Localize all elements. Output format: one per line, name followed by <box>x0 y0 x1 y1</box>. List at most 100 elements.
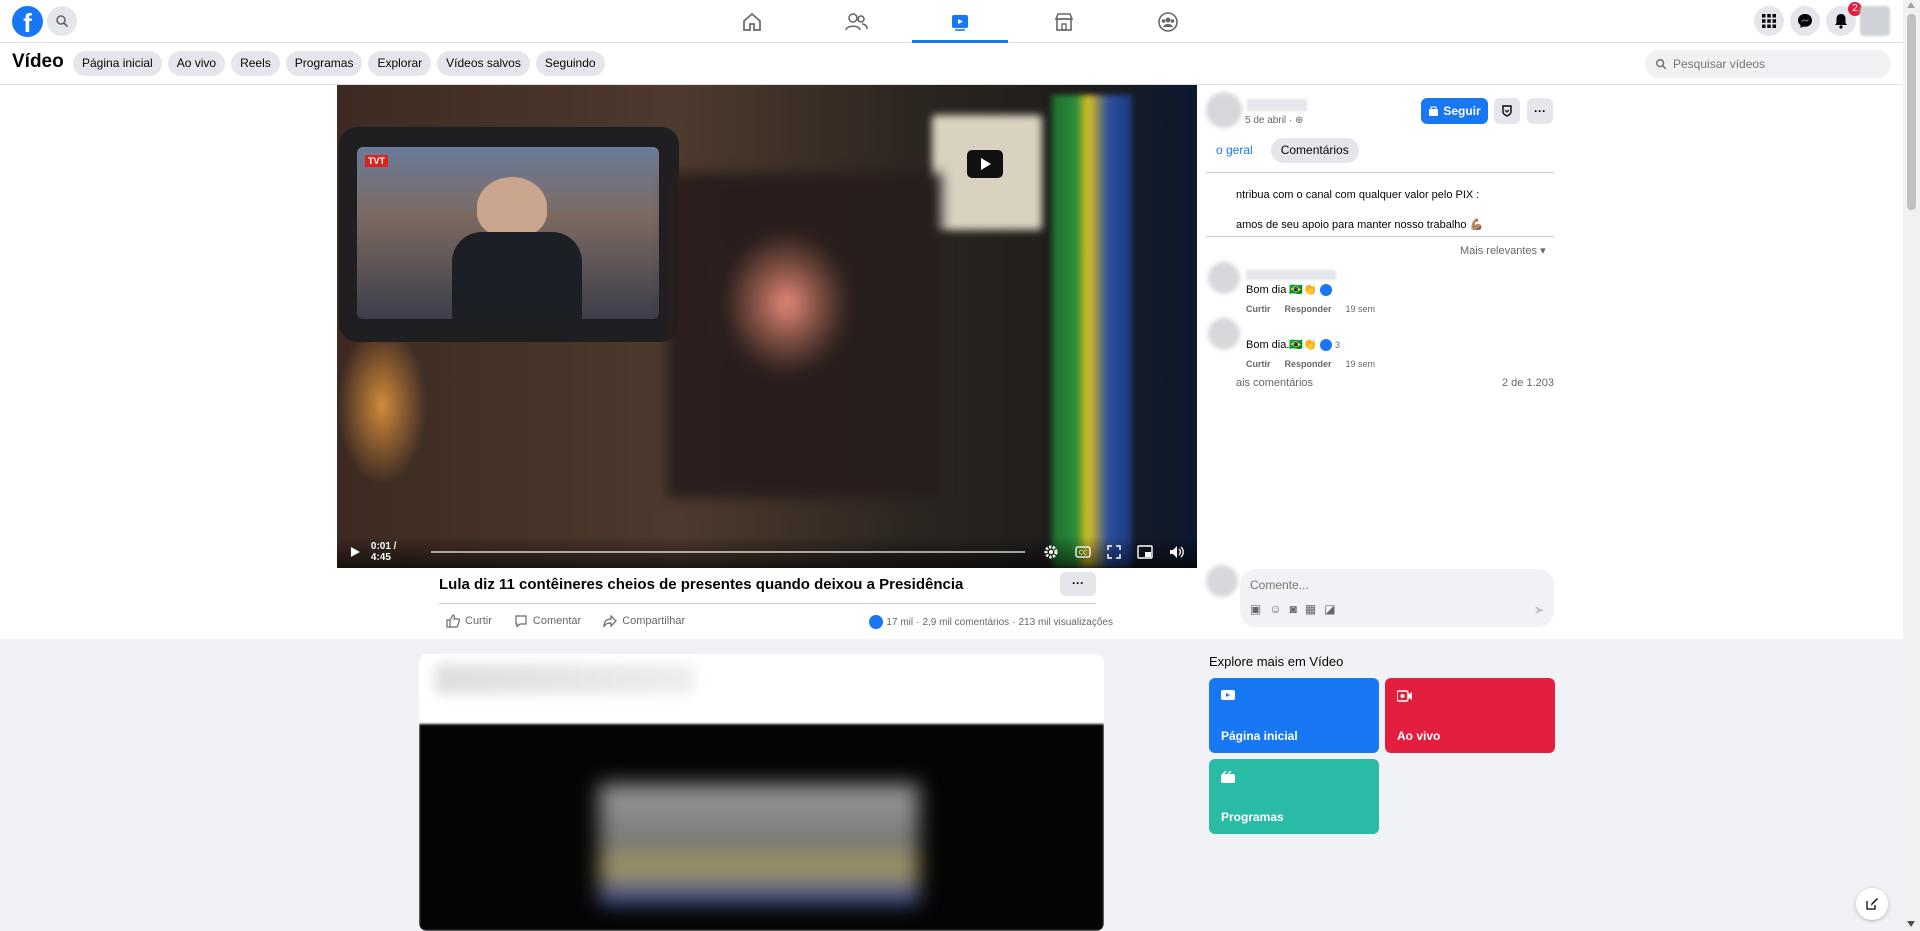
blurred-presenter <box>667 173 942 498</box>
nav-watch[interactable] <box>908 0 1012 43</box>
pill-live[interactable]: Ao vivo <box>167 51 226 76</box>
thumbs-up-icon <box>446 614 460 628</box>
nav-groups[interactable] <box>1116 0 1220 43</box>
explore-tile-shows[interactable]: Programas <box>1209 759 1379 834</box>
video-title: Lula diz 11 contêineres cheios de presen… <box>439 576 964 593</box>
nav-marketplace[interactable] <box>1012 0 1116 43</box>
share-button[interactable]: Compartilhar <box>603 614 685 628</box>
commenter-avatar[interactable] <box>1208 262 1240 294</box>
tab-overview[interactable]: o geral <box>1206 138 1263 163</box>
notifications-button[interactable]: 2 <box>1826 2 1862 36</box>
sort-comments-dropdown[interactable]: Mais relevantes ▾ <box>1460 244 1546 257</box>
sort-label: Mais relevantes <box>1460 245 1538 257</box>
comment-composer[interactable]: ▣ ☺ ◙ ▦ ◪ ➤ <box>1240 569 1554 627</box>
chevron-down-icon: ▾ <box>1540 245 1546 257</box>
comment-text-content: Bom dia 🇧🇷👏 <box>1246 284 1317 296</box>
live-camera-icon <box>1397 690 1413 702</box>
messenger-button[interactable] <box>1790 6 1820 36</box>
explore-section-title: Explore mais em Vídeo <box>1209 654 1344 669</box>
comment-reply-link[interactable]: Responder <box>1285 304 1332 314</box>
top-navigation-bar: f 2 <box>0 0 1903 43</box>
post-description: ntribua com o canal com qualquer valor p… <box>1236 180 1483 240</box>
fullscreen-icon[interactable] <box>1107 545 1121 559</box>
my-avatar[interactable] <box>1206 565 1238 597</box>
comment-reply-link[interactable]: Responder <box>1285 359 1332 369</box>
feed-post[interactable] <box>419 654 1104 931</box>
pill-following[interactable]: Seguindo <box>535 51 605 76</box>
commenter-name-blurred[interactable] <box>1246 270 1336 280</box>
comment-time[interactable]: 19 sem <box>1346 304 1376 314</box>
explore-tile-live[interactable]: Ao vivo <box>1385 678 1555 753</box>
comments-count[interactable]: 2,9 mil comentários <box>922 617 1009 628</box>
feed-post-header-blurred <box>435 664 695 694</box>
comment-text: Bom dia 🇧🇷👏 <box>1246 283 1332 297</box>
home-icon <box>743 12 761 31</box>
captions-icon[interactable]: CC <box>1075 546 1091 558</box>
comment-like-reaction-icon <box>1319 339 1332 352</box>
video-person-body <box>452 232 582 319</box>
explore-tile-label: Programas <box>1221 810 1284 824</box>
bell-icon <box>1835 14 1847 29</box>
profile-avatar[interactable] <box>1860 6 1890 36</box>
search-button[interactable] <box>47 6 77 36</box>
pill-saved-videos[interactable]: Vídeos salvos <box>437 51 530 76</box>
commenter-avatar[interactable] <box>1208 318 1240 350</box>
send-icon[interactable]: ➤ <box>1534 603 1544 617</box>
video-progress-bar[interactable] <box>430 551 1025 553</box>
facebook-logo[interactable]: f <box>12 6 43 37</box>
play-icon[interactable] <box>349 546 361 558</box>
video-time: 0:01 / 4:45 <box>370 541 397 563</box>
divider <box>1206 236 1554 237</box>
comment-like-link[interactable]: Curtir <box>1246 304 1271 314</box>
page-title: Vídeo <box>12 51 64 72</box>
comment-input[interactable] <box>1246 574 1526 596</box>
nav-friends[interactable] <box>804 0 908 43</box>
grid-menu-icon <box>1762 14 1776 28</box>
video-search[interactable] <box>1645 50 1891 78</box>
page-scrollbar[interactable] <box>1903 0 1920 931</box>
video-tablet: TVT <box>339 127 679 342</box>
view-more-comments-link[interactable]: ais comentários <box>1236 377 1313 389</box>
scrollbar-thumb[interactable] <box>1907 14 1916 210</box>
comment-like-link[interactable]: Curtir <box>1246 359 1271 369</box>
post-more-button[interactable]: ··· <box>1060 572 1096 596</box>
explore-tile-home[interactable]: Página inicial <box>1209 678 1379 753</box>
comment-time[interactable]: 19 sem <box>1346 359 1376 369</box>
nav-home[interactable] <box>700 0 804 43</box>
save-button[interactable] <box>1494 98 1520 124</box>
search-input[interactable] <box>1673 57 1873 71</box>
emoji-icon[interactable]: ☺ <box>1269 602 1281 616</box>
scroll-up-arrow-icon[interactable] <box>1907 2 1915 8</box>
avatar-sticker-icon[interactable]: ▣ <box>1250 602 1261 616</box>
more-options-button[interactable]: ··· <box>1527 98 1553 124</box>
video-flag <box>1052 95 1132 568</box>
likes-count[interactable]: 17 mil <box>886 617 913 628</box>
pill-explore[interactable]: Explorar <box>368 51 432 76</box>
tab-comments[interactable]: Comentários <box>1270 138 1359 163</box>
menu-button[interactable] <box>1754 6 1784 36</box>
pill-shows[interactable]: Programas <box>285 51 363 76</box>
gif-icon[interactable]: ▦ <box>1305 602 1316 616</box>
page-avatar[interactable] <box>1206 92 1242 128</box>
description-line-1: ntribua com o canal com qualquer valor p… <box>1236 189 1480 201</box>
settings-gear-icon[interactable] <box>1043 544 1059 560</box>
video-tablet-screen: TVT <box>357 147 659 319</box>
share-icon <box>603 614 618 628</box>
video-lamp-glow <box>337 325 427 485</box>
comment-composer-icons: ▣ ☺ ◙ ▦ ◪ <box>1250 602 1336 616</box>
new-message-button[interactable] <box>1856 888 1888 920</box>
comment-button[interactable]: Comentar <box>514 614 581 628</box>
camera-icon[interactable]: ◙ <box>1290 602 1297 616</box>
pill-home[interactable]: Página inicial <box>73 51 162 76</box>
volume-icon[interactable] <box>1169 545 1185 559</box>
scroll-down-arrow-icon[interactable] <box>1907 921 1915 927</box>
messenger-icon <box>1798 14 1812 28</box>
follow-button[interactable]: Seguir <box>1421 98 1488 124</box>
sticker-icon[interactable]: ◪ <box>1324 602 1335 616</box>
like-button[interactable]: Curtir <box>446 614 492 628</box>
stats-separator: · <box>1012 616 1016 628</box>
pip-icon[interactable] <box>1137 545 1153 559</box>
page-name-blurred[interactable] <box>1247 99 1307 111</box>
video-player[interactable]: TVT 0:01 / 4:45 CC <box>337 85 1197 568</box>
pill-reels[interactable]: Reels <box>231 51 280 76</box>
